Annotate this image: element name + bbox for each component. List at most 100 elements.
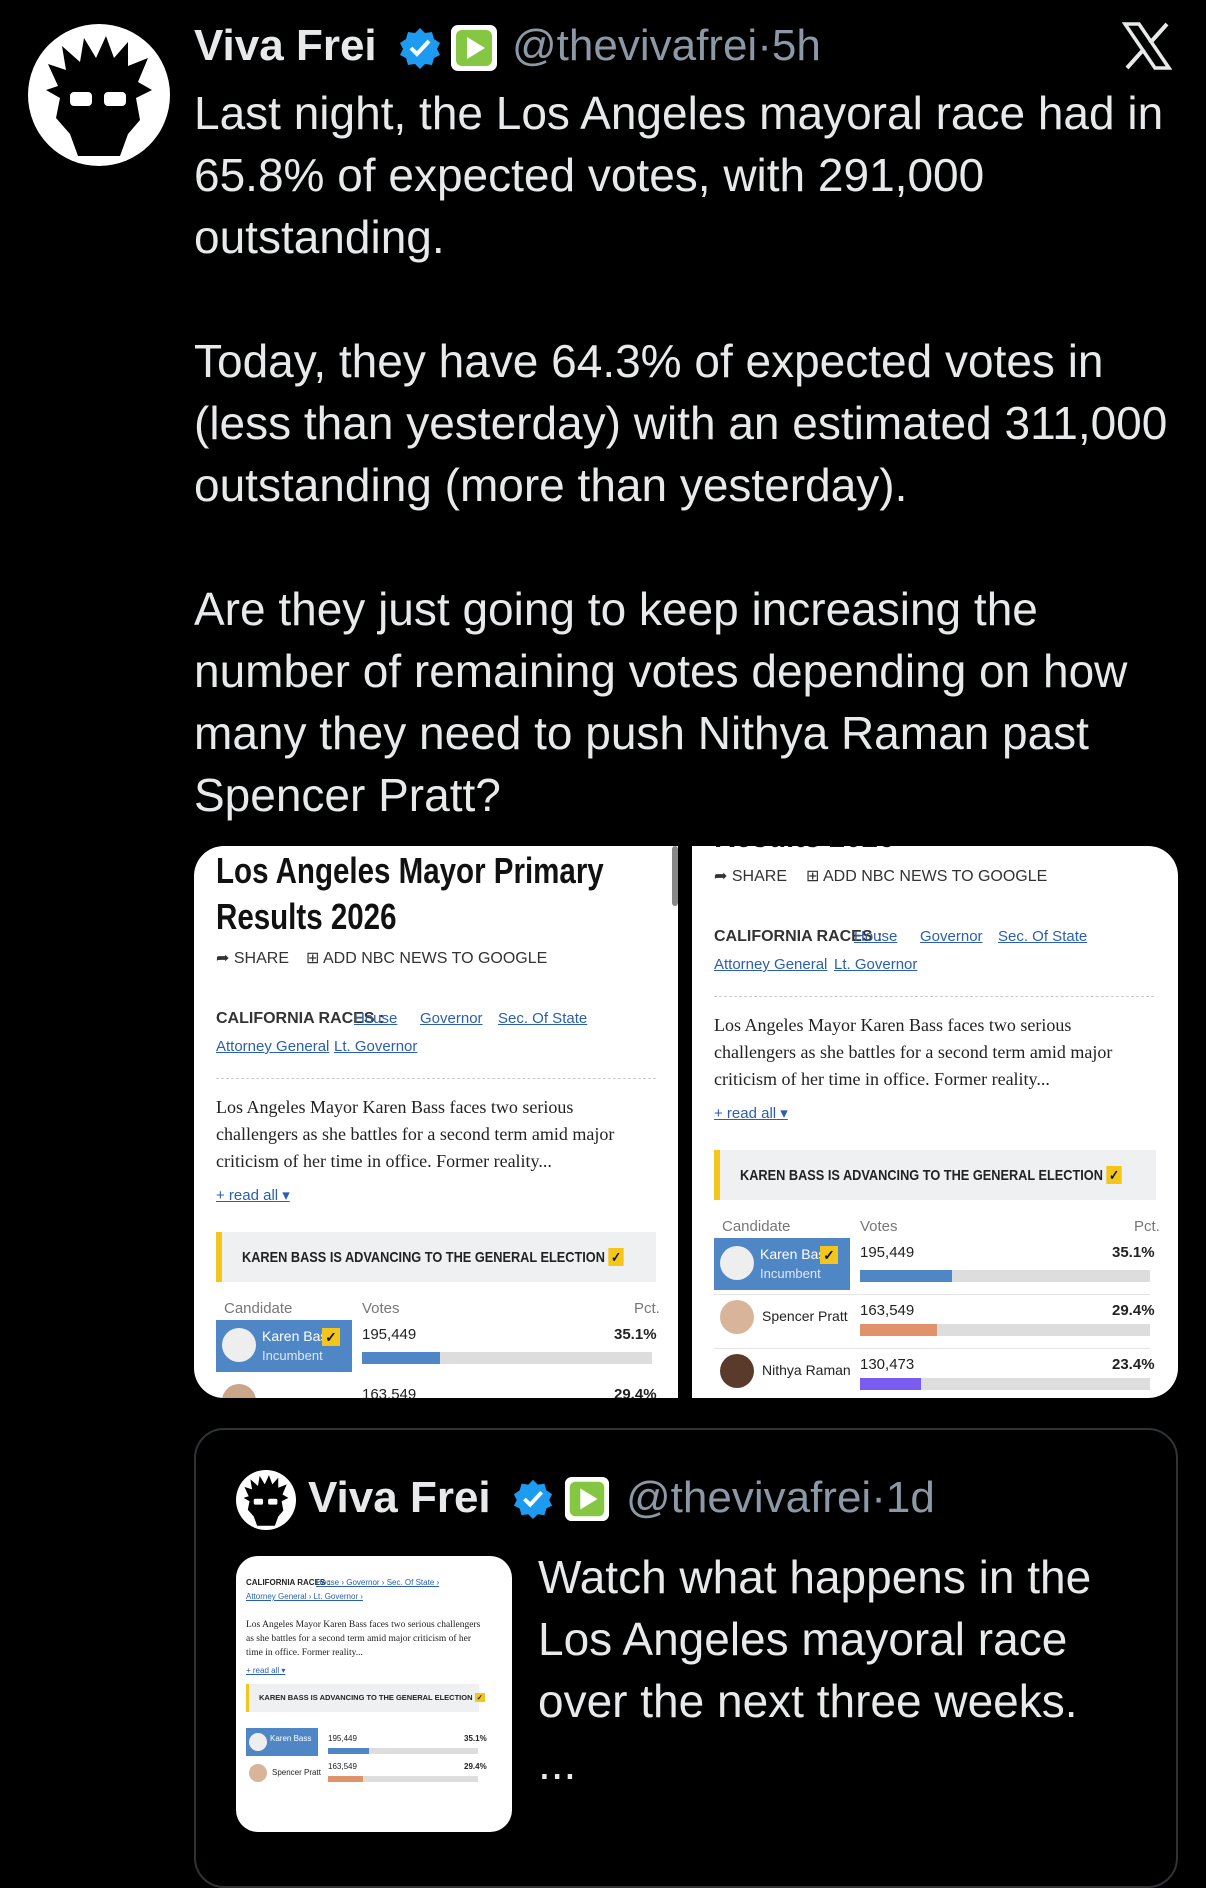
thumb-banner: KAREN BASS IS ADVANCING TO THE GENERAL E…: [246, 1684, 485, 1712]
banner-label: KAREN BASS IS ADVANCING TO THE GENERAL E…: [740, 1167, 1103, 1184]
read-all-link: + read all ▾: [216, 1187, 290, 1204]
banner-text: KAREN BASS IS ADVANCING TO THE GENERAL E…: [242, 1248, 624, 1266]
divider: [714, 996, 1154, 997]
thumb-candidate-bass: Karen Bass: [246, 1728, 318, 1756]
col-candidate: Candidate: [722, 1218, 791, 1235]
link-house: House: [354, 1010, 398, 1027]
vote-bar-track: [328, 1748, 478, 1754]
pct-value: 35.1%: [1112, 1244, 1155, 1261]
attached-image-right[interactable]: Results 2026 ➦ SHARE ⊞ ADD NBC NEWS TO G…: [692, 846, 1178, 1398]
candidate-name: Nithya Raman: [762, 1362, 851, 1378]
rumble-logo-icon: [564, 1476, 610, 1522]
author-name[interactable]: Viva Frei: [194, 18, 377, 74]
vote-bar-track: [860, 1324, 1150, 1336]
quoted-author-handle[interactable]: @thevivafrei·1d: [626, 1470, 935, 1526]
advancing-banner: KAREN BASS IS ADVANCING TO THE GENERAL E…: [714, 1150, 1156, 1200]
vote-bar-track: [328, 1776, 478, 1782]
share-icon: ➦: [216, 950, 234, 967]
candidate-photo: [720, 1246, 754, 1280]
tweet-text: Last night, the Los Angeles mayoral race…: [194, 87, 1168, 821]
votes-value: 163,549: [328, 1762, 357, 1771]
x-logo-icon[interactable]: [1121, 22, 1173, 70]
thumb-banner-label: KAREN BASS IS ADVANCING TO THE GENERAL E…: [259, 1693, 473, 1702]
candidate-photo: [249, 1764, 267, 1782]
verified-badge-icon: [512, 1478, 554, 1520]
share-icon: ➦: [714, 868, 732, 885]
verified-badge-icon: [398, 26, 442, 70]
candidate-photo: [222, 1328, 256, 1362]
votes-value: 163,549: [860, 1302, 915, 1319]
vote-bar-fill: [860, 1270, 952, 1282]
attached-image-left[interactable]: Los Angeles Mayor Primary Results 2026 ➦…: [194, 846, 678, 1398]
link-sec-of-state: Sec. Of State: [998, 928, 1088, 945]
share-button: ➦ SHARE: [216, 948, 289, 968]
quoted-thumbnail[interactable]: CALIFORNIA RACES : House › Governor › Se…: [236, 1556, 512, 1832]
check-icon: ✓: [322, 1328, 340, 1346]
pct-value: 29.4%: [1112, 1302, 1155, 1319]
candidate-name: Spencer Pratt: [762, 1308, 848, 1324]
add-google-button: ⊞ ADD NBC NEWS TO GOOGLE: [306, 948, 547, 968]
divider: [216, 1078, 656, 1079]
pct-value: 35.1%: [614, 1326, 657, 1343]
quoted-author-name[interactable]: Viva Frei: [308, 1470, 491, 1526]
check-icon: ✓: [820, 1246, 838, 1264]
plus-box-icon: ⊞: [306, 950, 323, 967]
quoted-tweet-text: Watch what happens in the Los Angeles ma…: [538, 1551, 1092, 1727]
handle-text[interactable]: @thevivafrei: [512, 21, 757, 70]
add-google-button: ⊞ ADD NBC NEWS TO GOOGLE: [806, 866, 1047, 886]
handle-text[interactable]: @thevivafrei: [626, 1473, 871, 1522]
vote-bar-track: [860, 1378, 1150, 1390]
candidate-sub: Incumbent: [760, 1266, 821, 1281]
thumb-read-all: + read all ▾: [246, 1666, 286, 1675]
separator-dot: ·: [871, 1473, 886, 1522]
candidate-sub: Incumbent: [262, 1348, 323, 1363]
scrollbar: [672, 846, 678, 906]
vote-bar-track: [362, 1352, 652, 1364]
candidate-name: Karen Bass: [270, 1734, 312, 1743]
thumb-links: House › Governor › Sec. Of State ›: [316, 1578, 440, 1587]
vote-bar-fill: [860, 1324, 937, 1336]
tweet-time[interactable]: 5h: [772, 21, 821, 70]
banner-label: KAREN BASS IS ADVANCING TO THE GENERAL E…: [242, 1249, 605, 1266]
link-house: House: [854, 928, 898, 945]
candidate-photo: [249, 1733, 267, 1751]
votes-value: 195,449: [860, 1244, 915, 1261]
read-all-label: + read all: [714, 1105, 777, 1122]
thumb-links-2: Attorney General › Lt. Governor ›: [246, 1592, 363, 1601]
link-governor: Governor: [920, 928, 983, 945]
pct-value: 29.4%: [614, 1386, 657, 1398]
quoted-author-avatar[interactable]: [236, 1470, 296, 1530]
row-divider: [714, 1294, 1150, 1295]
tweet-time[interactable]: 1d: [886, 1473, 935, 1522]
check-icon: ✓: [1106, 1166, 1122, 1184]
pct-value: 29.4%: [464, 1762, 487, 1771]
vote-bar-fill: [328, 1748, 369, 1754]
pct-value: 23.4%: [1112, 1356, 1155, 1373]
read-all-label: + read all: [216, 1187, 279, 1204]
quoted-more-ellipsis: ...: [538, 1737, 577, 1789]
col-pct: Pct.: [634, 1300, 660, 1317]
candidate-photo: [720, 1354, 754, 1388]
candidate-bass: Karen Bass ✓ Incumbent: [714, 1238, 850, 1290]
separator-dot: ·: [757, 21, 772, 70]
pct-value: 35.1%: [464, 1734, 487, 1743]
candidate-bass: Karen Bass ✓ Incumbent: [216, 1320, 352, 1372]
share-button: ➦ SHARE: [714, 866, 787, 886]
thumb-banner-text: KAREN BASS IS ADVANCING TO THE GENERAL E…: [259, 1693, 485, 1702]
thumb-description: Los Angeles Mayor Karen Bass faces two s…: [246, 1620, 481, 1658]
add-google-label: ADD NBC NEWS TO GOOGLE: [322, 950, 548, 967]
check-icon: ✓: [474, 1693, 485, 1702]
article-description: Los Angeles Mayor Karen Bass faces two s…: [216, 1097, 615, 1171]
votes-value: 163,549: [362, 1386, 417, 1398]
col-votes: Votes: [362, 1300, 400, 1317]
link-attorney-general: Attorney General: [714, 956, 828, 973]
article-title-partial: Results 2026: [714, 846, 895, 858]
rumble-logo-icon: [450, 24, 498, 72]
link-lt-governor: Lt. Governor: [334, 1038, 418, 1055]
check-icon: ✓: [608, 1248, 624, 1266]
author-avatar[interactable]: [28, 24, 170, 166]
candidate-name: Spencer Pratt: [272, 1768, 321, 1777]
votes-value: 195,449: [362, 1326, 417, 1343]
author-handle[interactable]: @thevivafrei·5h: [512, 18, 821, 74]
candidate-photo: [222, 1384, 256, 1398]
